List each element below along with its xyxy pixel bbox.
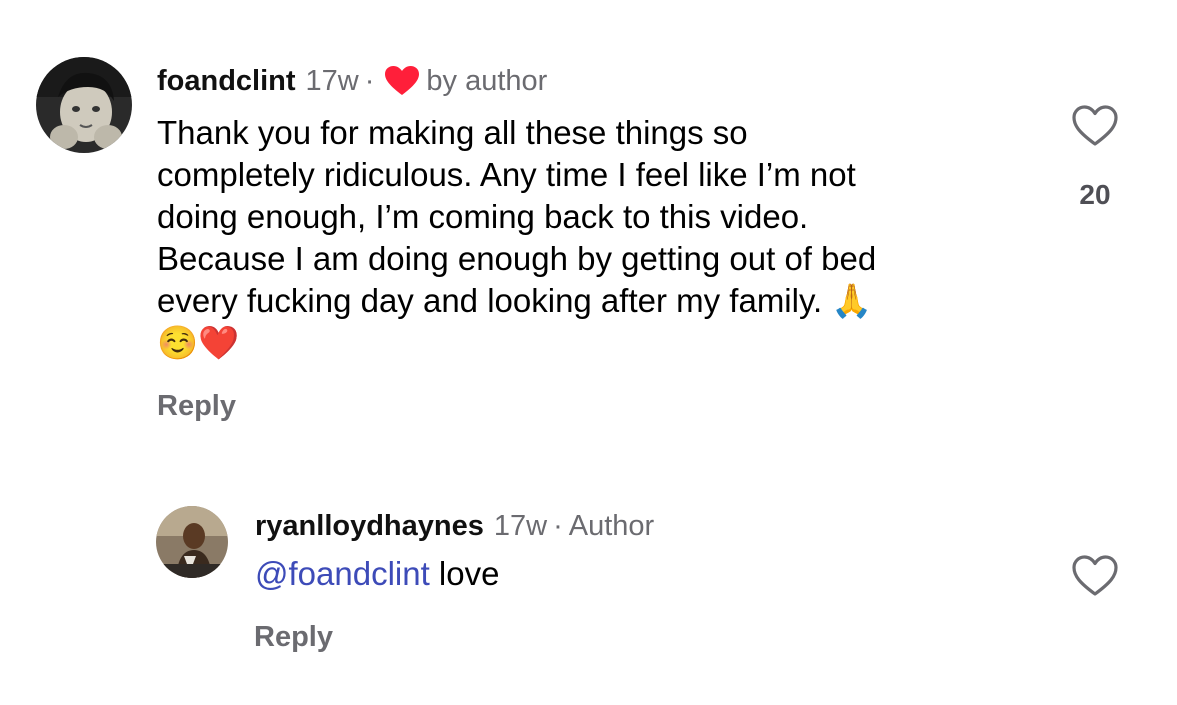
mention-link[interactable]: @foandclint (255, 555, 430, 592)
avatar-ryanlloydhaynes[interactable] (156, 506, 228, 578)
author-badge: Author (568, 510, 655, 542)
comment-meta: foandclint 17w · by author (157, 64, 547, 98)
reply-button[interactable]: Reply (254, 620, 333, 654)
pray-emoji: 🙏 (831, 282, 873, 319)
comment-line: Thank you for making all these things so (157, 114, 748, 151)
reply-button[interactable]: Reply (157, 389, 236, 423)
heart-outline-icon (1072, 555, 1118, 596)
comment-username[interactable]: foandclint (157, 64, 296, 98)
heart-filled-icon (384, 65, 420, 97)
like-count: 20 (1079, 179, 1111, 210)
comment-body: Thank you for making all these things so… (157, 112, 1017, 364)
liked-by-author-label: by author (426, 65, 548, 97)
comment-line: completely ridiculous. Any time I feel l… (157, 156, 856, 193)
reply-username[interactable]: ryanlloydhaynes (255, 509, 484, 543)
smile-emoji: ☺️ (157, 324, 199, 361)
avatar-image (156, 506, 228, 578)
like-button[interactable] (1071, 104, 1119, 148)
comment-line: doing enough, I’m coming back to this vi… (157, 198, 809, 235)
comment-line: every fucking day and looking after my f… (157, 282, 823, 319)
like-button[interactable] (1071, 554, 1119, 598)
red-heart-emoji: ❤️ (198, 324, 240, 361)
comment-line-with-emoji: every fucking day and looking after my f… (157, 280, 1017, 322)
reply-body: @foandclint love (255, 553, 499, 595)
heart-outline-icon (1072, 105, 1118, 146)
meta-separator: · (553, 510, 563, 542)
reply-meta: ryanlloydhaynes 17w · Author (255, 509, 654, 543)
avatar-image (36, 57, 132, 153)
comment-emoji-line: ☺️❤️ (157, 322, 1017, 364)
comment-time: 17w (305, 65, 359, 97)
reply-text: love (429, 555, 500, 592)
reply-time: 17w (493, 510, 548, 542)
meta-separator: · (364, 65, 375, 97)
comment-line: Because I am doing enough by getting out… (157, 240, 877, 277)
avatar-foandclint[interactable] (36, 57, 132, 153)
